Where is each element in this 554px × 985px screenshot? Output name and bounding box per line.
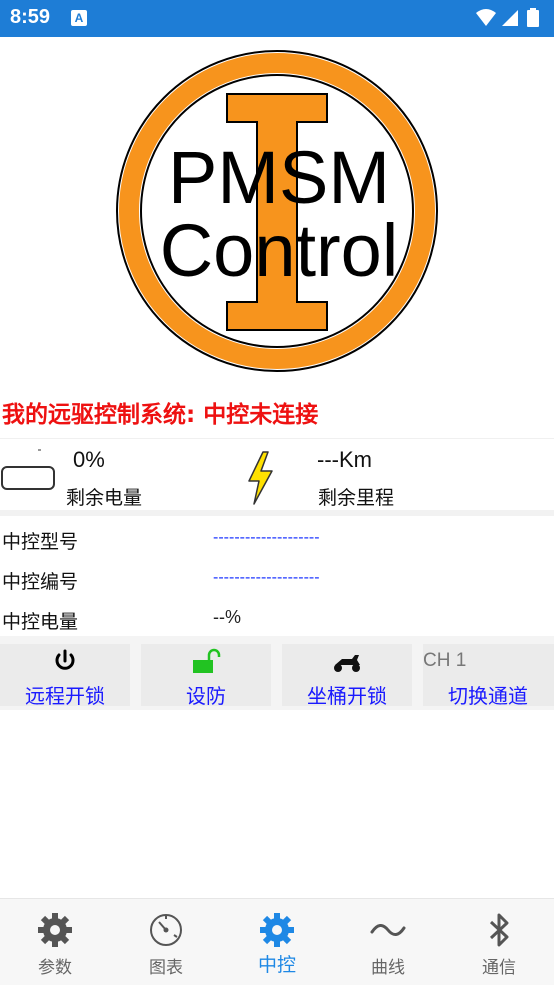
arm-button[interactable]: 设防: [141, 644, 271, 708]
lightning-icon: [248, 451, 273, 505]
nav-label: 图表: [149, 958, 183, 978]
wave-icon: [370, 924, 406, 936]
detail-label: 中控型号: [2, 531, 79, 553]
wifi-icon: [476, 9, 496, 26]
scooter-icon: [334, 655, 360, 672]
gear-icon: [38, 913, 72, 947]
detail-label: 中控电量: [2, 611, 79, 633]
nav-label: 中控: [257, 954, 296, 976]
gauge-icon: [150, 914, 182, 946]
remote-unlock-label: 远程开锁: [25, 684, 105, 708]
channel-label: CH 1: [423, 650, 467, 671]
switch-channel-button[interactable]: CH 1 切换通道: [423, 644, 554, 708]
nav-item-params[interactable]: 参数: [0, 899, 110, 985]
status-icons: [476, 8, 539, 27]
seat-unlock-label: 坐桶开锁: [307, 684, 387, 708]
remote-unlock-button[interactable]: 远程开锁: [0, 644, 130, 708]
notification-icon: A: [71, 10, 87, 26]
detail-row-serial: 中控编号 --------------------: [0, 561, 554, 599]
charge-label: 剩余电量: [66, 487, 143, 509]
nav-label: 参数: [38, 958, 72, 978]
battery-status-icon: [527, 8, 539, 27]
nav-label: 曲线: [371, 958, 405, 978]
signal-icon: [502, 10, 518, 26]
nav-item-comm[interactable]: 通信: [444, 899, 554, 985]
arm-label: 设防: [186, 684, 226, 708]
nav-label: 通信: [482, 958, 516, 978]
charge-value: 0%: [73, 447, 105, 472]
gear-icon: [260, 913, 294, 947]
range-value: ---Km: [317, 447, 372, 472]
unlock-icon: [193, 648, 221, 673]
nav-item-controller[interactable]: 中控: [222, 899, 332, 985]
status-bar: 8:59 A: [0, 0, 554, 37]
nav-item-charts[interactable]: 图表: [111, 899, 221, 985]
battery-icon: [1, 466, 55, 490]
info-strip: 0% 剩余电量 ---Km 剩余里程: [0, 438, 554, 516]
detail-row-model: 中控型号 --------------------: [0, 521, 554, 559]
detail-row-battery: 中控电量 --%: [0, 601, 554, 639]
power-icon: [55, 649, 75, 670]
detail-value: --------------------: [213, 529, 320, 546]
nav-item-curves[interactable]: 曲线: [333, 899, 443, 985]
pmsm-logo: PMSM Control: [104, 40, 450, 382]
bluetooth-icon: [489, 913, 509, 947]
detail-value: --%: [213, 607, 241, 627]
action-bar: 远程开锁 设防 坐桶开锁 CH 1 切换通道: [0, 636, 554, 710]
seat-unlock-button[interactable]: 坐桶开锁: [282, 644, 412, 708]
status-time: 8:59: [10, 6, 51, 28]
bottom-nav: 参数 图表 中控 曲线 通信: [0, 898, 554, 985]
detail-value: --------------------: [213, 569, 320, 586]
detail-label: 中控编号: [2, 571, 79, 593]
page-title: 我的远驱控制系统: 中控未连接: [2, 402, 319, 428]
switch-channel-label: 切换通道: [448, 684, 528, 708]
range-label: 剩余里程: [318, 487, 395, 509]
logo-line2: Control: [160, 209, 399, 292]
logo-line1: PMSM: [168, 136, 390, 219]
